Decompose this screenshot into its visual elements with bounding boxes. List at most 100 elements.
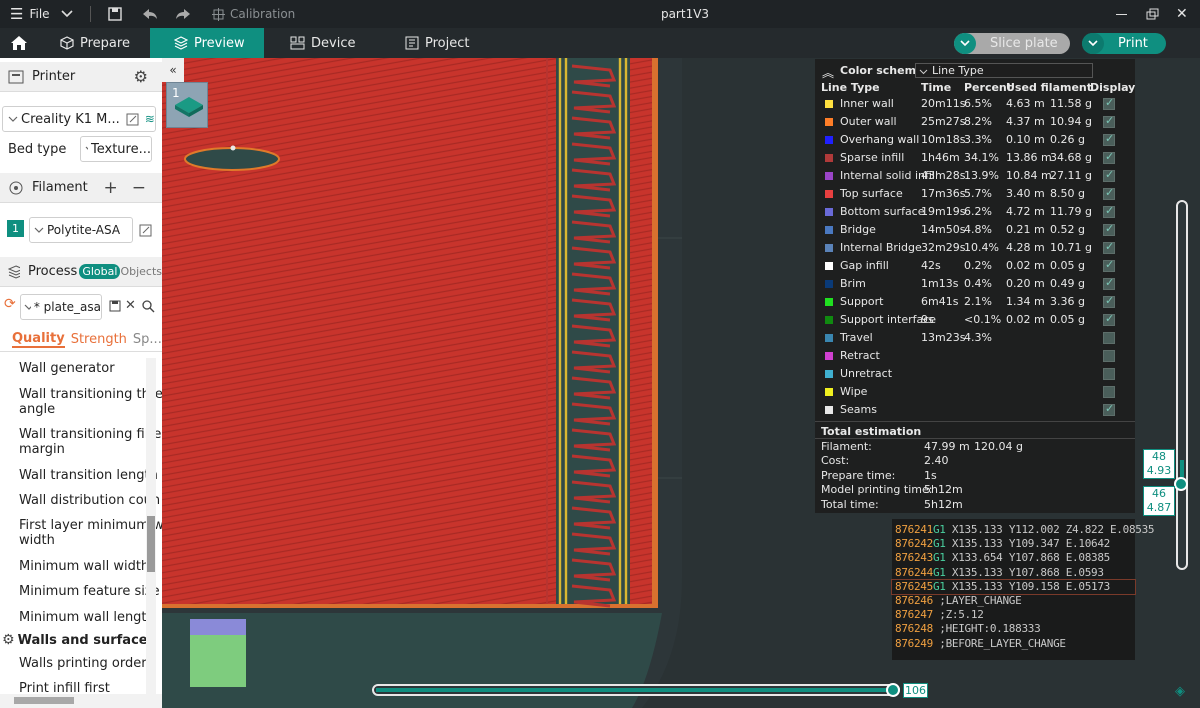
display-checkbox[interactable]	[1103, 240, 1115, 254]
filament-index-badge[interactable]: 1	[7, 220, 24, 237]
tab-device[interactable]: Device	[280, 28, 380, 58]
display-checkbox[interactable]	[1103, 368, 1115, 380]
legend-cell: 10.4%	[964, 241, 999, 254]
display-checkbox[interactable]	[1103, 150, 1115, 164]
objects-toggle[interactable]: Objects	[120, 265, 162, 278]
gcode-t: ;BEFORE_LAYER_CHANGE	[932, 636, 1066, 650]
print-button[interactable]: Print	[1082, 33, 1166, 54]
chevron-down-icon[interactable]	[954, 33, 976, 54]
collapse-sidebar-button[interactable]: «	[162, 58, 184, 82]
redo-icon[interactable]	[175, 0, 191, 28]
legend-cell: Overhang wall	[840, 133, 920, 146]
display-checkbox[interactable]	[1103, 332, 1115, 344]
list-item[interactable]: Wall generator	[19, 361, 115, 376]
list-item[interactable]: Minimum wall length	[19, 610, 155, 625]
chevron-down-icon[interactable]	[1082, 33, 1104, 54]
display-checkbox[interactable]	[1103, 402, 1115, 416]
display-checkbox[interactable]	[1103, 350, 1115, 362]
legend-row: Unretract	[815, 365, 1135, 383]
total-value: 5h12m	[924, 483, 963, 497]
move-slider[interactable]	[372, 684, 900, 696]
display-checkbox[interactable]	[1103, 132, 1115, 146]
legend-row: Gap infill 42s 0.2% 0.02 m 0.05 g	[815, 257, 1135, 275]
list-item[interactable]: Minimum feature size	[19, 584, 160, 599]
legend-cell: 1m13s	[921, 277, 959, 290]
vertical-scrollbar[interactable]	[146, 358, 156, 700]
display-checkbox[interactable]	[1103, 204, 1115, 218]
remove-icon[interactable]: −	[132, 178, 146, 198]
process-preset-dropdown[interactable]: * plate_asa	[20, 294, 102, 320]
display-checkbox[interactable]	[1103, 294, 1115, 308]
move-slider-thumb[interactable]	[886, 683, 900, 697]
bed-type-dropdown[interactable]: Texture...	[80, 136, 152, 162]
undo-icon[interactable]	[142, 0, 158, 28]
display-checkbox[interactable]	[1103, 96, 1115, 110]
move-value-label: 106	[903, 683, 928, 698]
search-icon[interactable]	[142, 300, 155, 313]
close-icon[interactable]: ✕	[125, 298, 136, 313]
legend-cell: Outer wall	[840, 115, 897, 128]
display-checkbox[interactable]	[1103, 222, 1115, 236]
legend-cell: 1h46m	[921, 151, 960, 164]
refresh-icon[interactable]: ⟳	[4, 296, 16, 312]
list-item[interactable]: Minimum wall width	[19, 559, 149, 574]
layer-slider[interactable]	[1176, 200, 1188, 570]
list-item[interactable]: First layer minimum w	[19, 518, 162, 533]
layers-icon[interactable]: ◈	[1175, 684, 1185, 699]
global-toggle[interactable]: Global	[79, 264, 121, 279]
display-checkbox[interactable]	[1103, 114, 1115, 128]
home-tab[interactable]	[0, 28, 34, 58]
display-checkbox[interactable]	[1103, 258, 1115, 272]
tab-strength[interactable]: Strength	[71, 332, 127, 347]
gear-icon[interactable]: ⚙	[134, 67, 148, 86]
color-swatch	[825, 208, 833, 216]
legend-cell: 0.26 g	[1050, 133, 1085, 146]
scrollbar-thumb[interactable]	[14, 697, 74, 704]
tab-preview[interactable]: Preview	[150, 28, 264, 58]
save-icon[interactable]	[109, 300, 121, 312]
filament-dropdown[interactable]: Polytite-ASA	[29, 217, 133, 243]
plate-thumbnail[interactable]: 1	[166, 82, 208, 128]
list-item[interactable]: Walls printing order	[19, 656, 147, 671]
display-checkbox[interactable]	[1103, 276, 1115, 290]
slice-plate-button[interactable]: Slice plate	[954, 33, 1070, 54]
minimize-icon[interactable]	[1116, 0, 1127, 28]
save-icon[interactable]	[108, 0, 122, 28]
file-menu[interactable]: ☰ File	[10, 0, 50, 28]
horizontal-scrollbar[interactable]	[0, 694, 162, 708]
tab-speed[interactable]: Sp...	[133, 332, 162, 347]
edit-icon[interactable]	[126, 113, 139, 126]
legend-cell: Seams	[840, 403, 877, 416]
layer-thumb[interactable]	[1174, 477, 1188, 491]
list-item[interactable]: Wall distribution coun	[19, 493, 160, 508]
walls-section-header[interactable]: ⚙ Walls and surfaces	[2, 632, 155, 648]
display-checkbox[interactable]	[1103, 312, 1115, 326]
edit-icon[interactable]	[139, 224, 152, 237]
list-item[interactable]: Wall transitioning filte	[19, 427, 161, 442]
list-item[interactable]: Wall transitioning thre	[19, 387, 162, 402]
calibration-menu[interactable]: Calibration	[212, 0, 295, 28]
legend-cell: Support	[840, 295, 884, 308]
printer-selector[interactable]: Creality K1 M... ≋	[2, 106, 156, 132]
current-layer-label: 46 4.87	[1143, 486, 1175, 516]
tab-quality[interactable]: Quality	[12, 331, 65, 348]
add-icon[interactable]: +	[104, 178, 118, 198]
restore-icon[interactable]	[1146, 0, 1159, 28]
legend-cell: 10.84 m	[1006, 169, 1052, 182]
display-checkbox[interactable]	[1103, 386, 1115, 398]
color-scheme-dropdown[interactable]: Line Type	[915, 63, 1093, 78]
gcode-n: 876246	[895, 594, 933, 607]
display-checkbox[interactable]	[1103, 186, 1115, 200]
tab-prepare[interactable]: Prepare	[50, 28, 150, 58]
list-item[interactable]: Wall transition length	[19, 468, 158, 483]
legend-cell: 8.50 g	[1050, 187, 1085, 200]
legend-row: Support 6m41s 2.1% 1.34 m 3.36 g	[815, 293, 1135, 311]
printer-section-header: Printer ⚙	[0, 62, 162, 92]
scrollbar-thumb[interactable]	[147, 516, 155, 572]
display-checkbox[interactable]	[1103, 168, 1115, 182]
tab-project[interactable]: Project	[395, 28, 495, 58]
chevron-down-icon[interactable]	[60, 0, 74, 28]
close-icon[interactable]: ✕	[1176, 0, 1188, 28]
legend-cell: <0.1%	[964, 313, 1002, 326]
list-item: angle	[19, 402, 56, 417]
